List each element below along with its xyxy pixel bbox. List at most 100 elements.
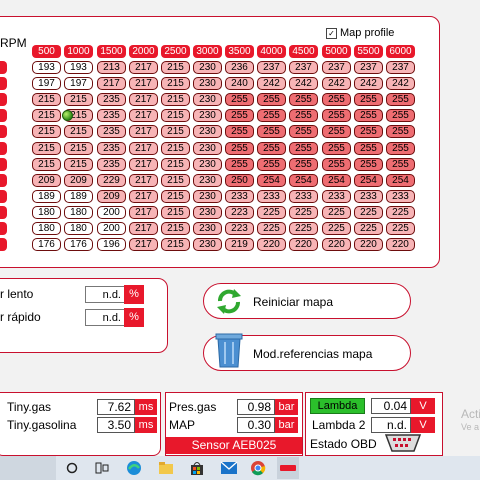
map-cell[interactable]: 225 — [257, 206, 286, 219]
map-cell[interactable]: 255 — [225, 93, 254, 106]
map-cell[interactable]: 217 — [129, 238, 158, 251]
map-cell[interactable]: 255 — [354, 158, 383, 171]
map-cell[interactable]: 193 — [64, 61, 93, 74]
map-cell[interactable]: 196 — [97, 238, 126, 251]
map-cell[interactable]: 225 — [289, 206, 318, 219]
map-cell[interactable]: 217 — [129, 174, 158, 187]
map-cell[interactable]: 254 — [354, 174, 383, 187]
map-cell[interactable]: 242 — [257, 77, 286, 90]
map-cell[interactable]: 255 — [354, 93, 383, 106]
map-cell[interactable]: 254 — [257, 174, 286, 187]
map-cell[interactable]: 235 — [97, 109, 126, 122]
map-cell[interactable]: 215 — [32, 93, 61, 106]
map-cell[interactable]: 230 — [193, 158, 222, 171]
map-cell[interactable]: 233 — [354, 190, 383, 203]
map-cell[interactable]: 215 — [64, 158, 93, 171]
map-cell[interactable]: 255 — [289, 142, 318, 155]
map-cell[interactable]: 180 — [64, 222, 93, 235]
map-cell[interactable]: 215 — [32, 158, 61, 171]
map-cell[interactable]: 235 — [97, 142, 126, 155]
map-cell[interactable]: 213 — [97, 61, 126, 74]
map-cell[interactable]: 209 — [32, 174, 61, 187]
map-cell[interactable]: 215 — [161, 61, 190, 74]
map-cell[interactable]: 255 — [225, 125, 254, 138]
map-cell[interactable]: 235 — [97, 158, 126, 171]
map-cell[interactable]: 209 — [64, 174, 93, 187]
map-cell[interactable]: 225 — [257, 222, 286, 235]
map-cell[interactable]: 255 — [225, 142, 254, 155]
map-cell[interactable]: 255 — [322, 109, 351, 122]
map-cell[interactable]: 235 — [97, 93, 126, 106]
map-cell[interactable]: 255 — [225, 158, 254, 171]
map-cell[interactable]: 242 — [289, 77, 318, 90]
map-cell[interactable]: 255 — [289, 93, 318, 106]
map-cell[interactable]: 237 — [289, 61, 318, 74]
map-cell[interactable]: 215 — [64, 93, 93, 106]
map-cell[interactable]: 254 — [386, 174, 415, 187]
map-cell[interactable]: 230 — [193, 206, 222, 219]
map-cell[interactable]: 217 — [129, 109, 158, 122]
map-cell[interactable]: 220 — [386, 238, 415, 251]
map-cell[interactable]: 225 — [386, 222, 415, 235]
map-cell[interactable]: 255 — [386, 93, 415, 106]
map-cell[interactable]: 233 — [225, 190, 254, 203]
map-cell[interactable]: 215 — [32, 125, 61, 138]
map-cell[interactable]: 200 — [97, 206, 126, 219]
map-cell[interactable]: 180 — [64, 206, 93, 219]
file-explorer-icon[interactable] — [158, 461, 174, 475]
map-cell[interactable]: 255 — [257, 158, 286, 171]
map-cell[interactable]: 225 — [354, 222, 383, 235]
map-cell[interactable]: 215 — [161, 109, 190, 122]
map-cell[interactable]: 225 — [322, 206, 351, 219]
map-cell[interactable]: 230 — [193, 222, 222, 235]
map-cell[interactable]: 200 — [97, 222, 126, 235]
start-circle-icon[interactable] — [66, 462, 78, 474]
map-cell[interactable]: 237 — [322, 61, 351, 74]
map-cell[interactable]: 217 — [129, 206, 158, 219]
map-cell[interactable]: 193 — [32, 61, 61, 74]
map-cell[interactable]: 229 — [97, 174, 126, 187]
map-cell[interactable]: 189 — [32, 190, 61, 203]
map-cell[interactable]: 237 — [257, 61, 286, 74]
map-cell[interactable]: 225 — [289, 222, 318, 235]
map-cell[interactable]: 254 — [289, 174, 318, 187]
map-cell[interactable]: 223 — [225, 206, 254, 219]
map-cell[interactable]: 180 — [32, 222, 61, 235]
map-cell[interactable]: 242 — [322, 77, 351, 90]
map-cell[interactable]: 217 — [129, 125, 158, 138]
map-cell[interactable]: 255 — [289, 158, 318, 171]
map-cell[interactable]: 215 — [32, 142, 61, 155]
map-profile-checkbox[interactable]: ✓ Map profile — [326, 27, 394, 39]
map-cell[interactable]: 255 — [322, 158, 351, 171]
mail-icon[interactable] — [220, 461, 238, 475]
map-cell[interactable]: 215 — [161, 238, 190, 251]
map-cell[interactable]: 230 — [193, 174, 222, 187]
map-cell[interactable]: 215 — [32, 109, 61, 122]
map-cell[interactable]: 255 — [354, 125, 383, 138]
map-cell[interactable]: 217 — [129, 93, 158, 106]
map-cell[interactable]: 242 — [354, 77, 383, 90]
map-cell[interactable]: 223 — [225, 222, 254, 235]
map-cell[interactable]: 230 — [193, 238, 222, 251]
map-cell[interactable]: 220 — [354, 238, 383, 251]
map-cell[interactable]: 215 — [161, 222, 190, 235]
map-cell[interactable]: 255 — [257, 125, 286, 138]
map-cell[interactable]: 255 — [386, 142, 415, 155]
map-cell[interactable]: 255 — [225, 109, 254, 122]
map-cell[interactable]: 233 — [322, 190, 351, 203]
map-cell[interactable]: 217 — [129, 190, 158, 203]
map-cell[interactable]: 230 — [193, 93, 222, 106]
map-cell[interactable]: 237 — [386, 61, 415, 74]
map-cell[interactable]: 217 — [129, 61, 158, 74]
map-cell[interactable]: 255 — [386, 158, 415, 171]
map-cell[interactable]: 255 — [322, 93, 351, 106]
map-cell[interactable]: 217 — [97, 77, 126, 90]
map-cell[interactable]: 254 — [322, 174, 351, 187]
map-cell[interactable]: 230 — [193, 61, 222, 74]
map-cell[interactable]: 215 — [161, 142, 190, 155]
map-cell[interactable]: 255 — [386, 125, 415, 138]
map-cell[interactable]: 230 — [193, 77, 222, 90]
map-cell[interactable]: 255 — [257, 109, 286, 122]
map-cell[interactable]: 189 — [64, 190, 93, 203]
map-cell[interactable]: 230 — [193, 109, 222, 122]
